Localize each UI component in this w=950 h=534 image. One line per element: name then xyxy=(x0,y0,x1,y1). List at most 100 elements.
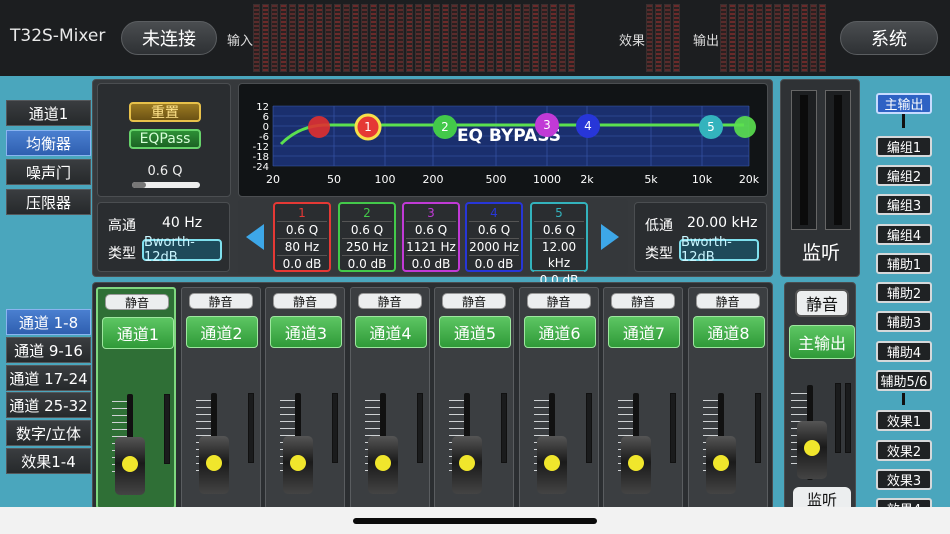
eq-band-3[interactable]: 3 0.6 Q 1121 Hz 0.0 dB xyxy=(402,202,460,272)
eq-band-q[interactable]: 0.6 Q xyxy=(534,222,584,239)
main-level-meter-right xyxy=(845,383,851,453)
nav-compressor[interactable]: 压限器 xyxy=(6,189,91,215)
eq-band-q[interactable]: 0.6 Q xyxy=(342,222,392,239)
eq-graph-panel: 12 6 0 -6 -12 -18 -24 20 50 100 200 500 1000 2k 5k 10k… xyxy=(238,83,768,197)
eq-x-tick: 2k xyxy=(580,173,594,186)
mute-button[interactable]: 静音 xyxy=(105,294,169,310)
fader-knob[interactable] xyxy=(115,437,145,495)
connection-button[interactable]: 未连接 xyxy=(121,21,217,55)
reset-button[interactable]: 重置 xyxy=(129,102,201,122)
q-slider[interactable] xyxy=(132,182,200,188)
right-nav-item[interactable]: 辅助2 xyxy=(876,282,932,303)
input-meters xyxy=(253,4,575,72)
eq-band-2[interactable]: 2 0.6 Q 250 Hz 0.0 dB xyxy=(338,202,396,272)
channel-name-button[interactable]: 通道4 xyxy=(354,316,427,348)
eq-band-4[interactable]: 4 0.6 Q 2000 Hz 0.0 dB xyxy=(465,202,523,272)
fader-knob[interactable] xyxy=(452,436,482,494)
right-nav-item[interactable]: 辅助1 xyxy=(876,253,932,274)
eq-band-gain[interactable]: 0.0 dB xyxy=(406,256,456,272)
level-meter xyxy=(478,4,485,72)
main-fader-knob[interactable] xyxy=(797,421,827,479)
group-ch-9-16[interactable]: 通道 9-16 xyxy=(6,337,91,363)
eq-band-5[interactable]: 5 0.6 Q 12.00 kHz 0.0 dB xyxy=(530,202,588,287)
right-nav-item[interactable]: 主输出 xyxy=(876,93,932,114)
bands-prev-arrow-icon[interactable] xyxy=(246,224,264,250)
right-nav-item[interactable]: 编组2 xyxy=(876,165,932,186)
right-nav-item[interactable]: 辅助5/6 xyxy=(876,370,932,391)
lowpass-type-select[interactable]: Bworth-12dB xyxy=(679,235,759,265)
eq-band-gain[interactable]: 0.0 dB xyxy=(469,256,519,272)
group-ch-17-24[interactable]: 通道 17-24 xyxy=(6,365,91,391)
eq-band-gain[interactable]: 0.0 dB xyxy=(277,256,327,272)
channel-name-button[interactable]: 通道8 xyxy=(692,316,765,348)
channel-name-button[interactable]: 通道1 xyxy=(102,317,174,349)
right-nav-item[interactable]: 效果2 xyxy=(876,440,932,461)
fader-knob[interactable] xyxy=(367,436,398,494)
channel-name-button[interactable]: 通道2 xyxy=(185,316,258,348)
eqpass-button[interactable]: EQPass xyxy=(129,129,201,149)
eq-band-index: 1 xyxy=(277,205,327,222)
eq-band-q[interactable]: 0.6 Q xyxy=(469,222,519,239)
eq-controls: 重置 EQPass 0.6 Q xyxy=(97,83,231,197)
eq-graph[interactable]: 1260-6-12-18-24 20 50 100 200 500 1000 2k 5k 10k… xyxy=(239,84,769,198)
mute-button[interactable]: 静音 xyxy=(442,293,506,309)
q-slider-handle[interactable] xyxy=(132,182,146,188)
right-nav-item[interactable]: 效果1 xyxy=(876,410,932,431)
eq-band-freq[interactable]: 12.00 kHz xyxy=(534,239,584,272)
right-nav-item[interactable]: 效果3 xyxy=(876,469,932,490)
group-digital-stereo[interactable]: 数字/立体 xyxy=(6,420,91,446)
right-nav-item[interactable]: 辅助4 xyxy=(876,341,932,362)
eq-band-q[interactable]: 0.6 Q xyxy=(277,222,327,239)
eq-band-freq[interactable]: 250 Hz xyxy=(342,239,392,256)
eq-band-gain[interactable]: 0.0 dB xyxy=(342,256,392,272)
right-nav-item[interactable]: 辅助3 xyxy=(876,311,932,332)
highpass-type-select[interactable]: Bworth-12dB xyxy=(142,235,222,265)
fader-knob[interactable] xyxy=(705,436,736,494)
mute-button[interactable]: 静音 xyxy=(188,293,253,309)
eq-band-freq[interactable]: 2000 Hz xyxy=(469,239,519,256)
channel-name-button[interactable]: 通道6 xyxy=(523,316,596,348)
fader-knob[interactable] xyxy=(536,436,567,494)
lowpass-value[interactable]: 20.00 kHz xyxy=(687,215,758,231)
fader-knob[interactable] xyxy=(198,436,229,494)
bands-next-arrow-icon[interactable] xyxy=(601,224,619,250)
mute-button[interactable]: 静音 xyxy=(526,293,591,309)
highpass-value[interactable]: 40 Hz xyxy=(162,215,202,231)
group-effects-1-4[interactable]: 效果1-4 xyxy=(6,448,91,474)
input-meters-label: 输入 xyxy=(227,34,254,49)
eq-band-freq[interactable]: 1121 Hz xyxy=(406,239,456,256)
nav-noise-gate[interactable]: 噪声门 xyxy=(6,159,91,185)
monitor-mute-button[interactable]: 静音 xyxy=(795,289,849,317)
channel-name-button[interactable]: 通道7 xyxy=(608,316,680,348)
nav-equalizer[interactable]: 均衡器 xyxy=(6,130,91,156)
output-meters xyxy=(720,4,826,72)
channel-strip: 静音通道2 xyxy=(180,287,261,509)
right-nav-item[interactable]: 编组3 xyxy=(876,194,932,215)
mute-button[interactable]: 静音 xyxy=(695,293,760,309)
monitor-label: 监听 xyxy=(801,242,840,264)
home-indicator[interactable] xyxy=(353,518,597,524)
fader-knob[interactable] xyxy=(283,436,313,494)
mute-button[interactable]: 静音 xyxy=(611,293,675,309)
eq-band-1[interactable]: 1 0.6 Q 80 Hz 0.0 dB xyxy=(273,202,331,272)
main-output-button[interactable]: 主输出 xyxy=(789,325,855,359)
eq-x-tick: 20k xyxy=(739,173,760,186)
right-nav-item[interactable]: 编组1 xyxy=(876,136,932,157)
lowpass-panel: 低通 20.00 kHz 类型 Bworth-12dB xyxy=(634,202,767,272)
right-nav-item[interactable]: 编组4 xyxy=(876,224,932,245)
mute-button[interactable]: 静音 xyxy=(273,293,337,309)
nav-channel1[interactable]: 通道1 xyxy=(6,100,91,126)
eq-node-label: 2 xyxy=(441,120,449,134)
channel-name-button[interactable]: 通道5 xyxy=(439,316,511,348)
mute-button[interactable]: 静音 xyxy=(357,293,422,309)
system-button[interactable]: 系统 xyxy=(840,21,938,55)
level-meter xyxy=(262,4,269,72)
group-ch-25-32[interactable]: 通道 25-32 xyxy=(6,392,91,418)
channel-strip: 静音通道7 xyxy=(603,287,683,509)
eq-band-freq[interactable]: 80 Hz xyxy=(277,239,327,256)
channel-name-button[interactable]: 通道3 xyxy=(270,316,342,348)
level-meter xyxy=(307,4,314,72)
fader-knob[interactable] xyxy=(621,436,651,494)
group-ch-1-8[interactable]: 通道 1-8 xyxy=(6,309,91,335)
eq-band-q[interactable]: 0.6 Q xyxy=(406,222,456,239)
